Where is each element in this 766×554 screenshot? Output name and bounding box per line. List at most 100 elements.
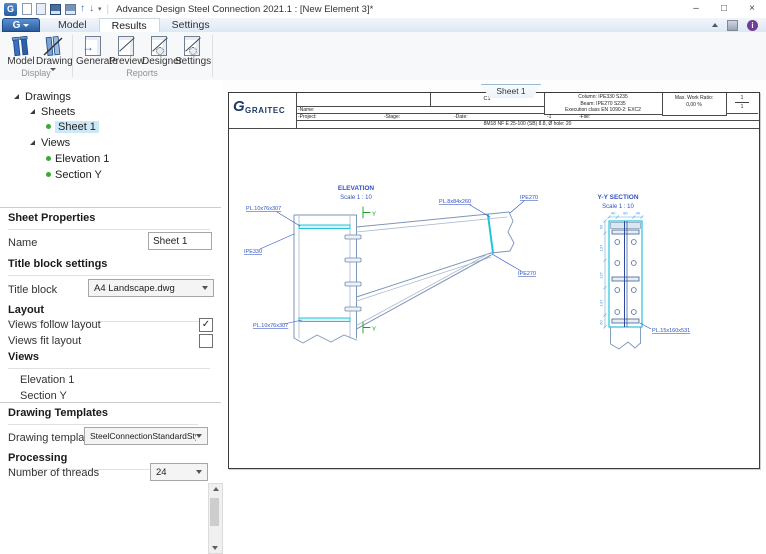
drawing-sheet: G GRAITEC C1 Column: IPE330 S235 Beam: I…	[228, 92, 760, 469]
tab-settings[interactable]: Settings	[160, 18, 222, 32]
about-icon[interactable]: i	[747, 20, 758, 31]
drawing-template-select[interactable]: SteelConnectionStandardStyles.d	[84, 427, 208, 445]
steel-beam-drawing-icon	[41, 35, 65, 57]
elevation-scale: Scale 1 : 10	[340, 195, 372, 201]
drawing-canvas[interactable]: Sheet 1 G GRAITEC C1 Column: IPE330 S235…	[222, 80, 766, 472]
tab-model[interactable]: Model	[46, 18, 99, 32]
bottom-stiffener-plate	[299, 318, 350, 322]
title-block-value: A4 Landscape.dwg	[94, 283, 175, 294]
steel-beams-icon	[9, 35, 33, 57]
drawing-templates-header: Drawing Templates	[8, 407, 198, 425]
title-block-settings-header: Title block settings	[8, 258, 210, 276]
drawing-button[interactable]: Drawing	[36, 34, 70, 68]
sheet-properties-header: Sheet Properties	[8, 212, 210, 230]
close-button[interactable]: ×	[738, 1, 766, 18]
dim-left-3: 137	[599, 299, 604, 306]
scroll-down-icon[interactable]	[212, 546, 218, 550]
dim-left-0: 60	[599, 224, 604, 229]
sheet-tab[interactable]: Sheet 1	[481, 84, 541, 98]
tree-label: Sheets	[41, 106, 75, 118]
reports-group-label: Reports	[74, 68, 210, 78]
ribbon-group-reports: → Generate Preview Designer Settings Rep…	[74, 32, 210, 79]
tree-label-selected: Sheet 1	[55, 121, 99, 133]
designer-button-label: Designer	[142, 56, 176, 67]
save-icon[interactable]	[50, 4, 61, 15]
maximize-button[interactable]: □	[710, 1, 738, 18]
dim-left-2: 137	[599, 271, 604, 278]
report-designer-icon	[147, 35, 171, 57]
open-icon[interactable]	[36, 3, 46, 15]
threads-value: 24	[156, 467, 167, 478]
move-up-icon[interactable]: ↑	[80, 4, 85, 14]
green-bullet-icon	[46, 172, 51, 177]
tree-item-elevation-1[interactable]: Elevation 1	[46, 151, 109, 166]
scroll-up-icon[interactable]	[213, 487, 219, 491]
tree-label: Elevation 1	[55, 153, 109, 165]
name-input[interactable]: Sheet 1	[148, 232, 212, 250]
expander-icon[interactable]	[30, 140, 35, 145]
qat-menu-icon[interactable]: ▾	[98, 5, 102, 13]
beam-bottom-label: IPE270	[518, 271, 536, 277]
window-title: Advance Design Steel Connection 2021.1 :…	[116, 4, 373, 15]
report-settings-button[interactable]: Settings	[175, 34, 209, 68]
name-label: Name	[8, 237, 37, 249]
preview-button[interactable]: Preview	[109, 34, 143, 68]
elevation-title: ELEVATION	[338, 185, 375, 192]
left-dimension-line	[604, 220, 607, 329]
dim-top-0: 40	[611, 211, 616, 216]
app-logo-icon: G	[4, 3, 17, 16]
designer-button[interactable]: Designer	[142, 34, 176, 68]
collapse-ribbon-icon[interactable]	[712, 23, 718, 27]
bottom-plate-label: PL.10x76x307	[253, 323, 288, 329]
expander-icon[interactable]	[30, 109, 35, 114]
model-button[interactable]: Model	[4, 34, 38, 68]
tree-item-sheet-1[interactable]: Sheet 1	[46, 119, 99, 134]
title-block-label: Title block	[8, 284, 57, 296]
display-group-label: Display	[2, 68, 70, 78]
properties-scrollbar[interactable]	[208, 483, 223, 554]
tree-item-drawings[interactable]: Drawings	[14, 89, 71, 104]
dim-top-2: 40	[636, 211, 641, 216]
dim-left-4: 60	[599, 320, 604, 325]
views-follow-layout-label: Views follow layout	[8, 319, 101, 331]
tree-item-section-y[interactable]: Section Y	[46, 167, 102, 182]
save-as-icon[interactable]	[65, 4, 76, 15]
section-view: Y-Y SECTION Scale 1 : 10 40 80 40	[597, 194, 690, 349]
column-label: IPE330	[244, 249, 262, 255]
ribbon-tabstrip: G Model Results Settings i	[0, 18, 766, 33]
drawing-template-value: SteelConnectionStandardStyles.d	[90, 431, 196, 441]
panel-divider	[0, 402, 221, 403]
threads-select[interactable]: 24	[150, 463, 208, 481]
elevation-view: ELEVATION Scale 1 : 10	[244, 185, 538, 343]
drawing-template-label: Drawing template	[8, 432, 94, 444]
scroll-thumb[interactable]	[210, 498, 219, 526]
view-cube-icon[interactable]	[727, 20, 738, 31]
views-fit-layout-checkbox[interactable]	[199, 334, 213, 348]
ribbon: Model Drawing Display → Generate	[0, 32, 766, 81]
report-generate-icon: →	[81, 35, 105, 57]
green-bullet-icon	[46, 156, 51, 161]
expander-icon[interactable]	[14, 94, 19, 99]
tab-results[interactable]: Results	[99, 18, 160, 32]
tree-label: Views	[41, 137, 70, 149]
tree-item-sheets[interactable]: Sheets	[30, 104, 75, 119]
ribbon-group-display: Model Drawing Display	[2, 32, 70, 79]
generate-button[interactable]: → Generate	[76, 34, 110, 68]
views-header: Views	[8, 351, 210, 369]
views-list-item[interactable]: Elevation 1	[20, 374, 74, 386]
sheet-drawing: ELEVATION Scale 1 : 10	[229, 93, 759, 468]
report-settings-icon	[180, 35, 204, 57]
tree-item-views[interactable]: Views	[30, 135, 70, 150]
views-list-item[interactable]: Section Y	[20, 390, 67, 402]
views-follow-layout-checkbox[interactable]	[199, 318, 213, 332]
chevron-down-icon	[196, 470, 202, 474]
chevron-down-icon	[23, 24, 29, 27]
dim-left-1: 137	[599, 244, 604, 251]
minimize-button[interactable]: –	[682, 1, 710, 18]
app-menu-button[interactable]: G	[2, 18, 40, 32]
new-document-icon[interactable]	[22, 3, 32, 15]
top-plate-label: PL.10x76x307	[246, 206, 281, 212]
green-bullet-icon	[46, 124, 51, 129]
move-down-icon[interactable]: ↓	[89, 4, 94, 14]
title-block-select[interactable]: A4 Landscape.dwg	[88, 279, 214, 297]
